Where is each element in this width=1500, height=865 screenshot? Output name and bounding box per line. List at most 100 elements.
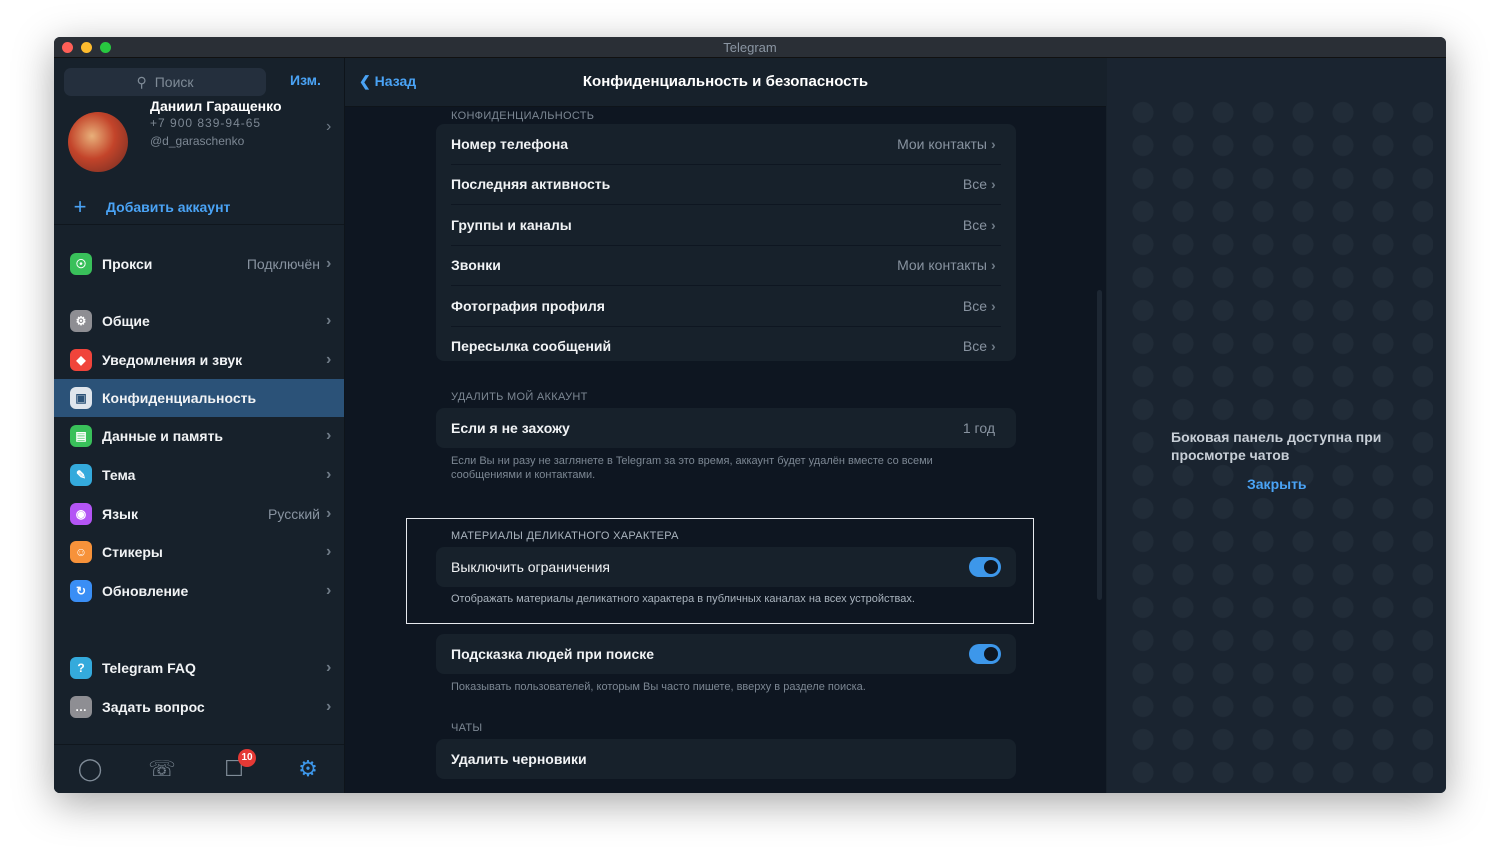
close-sidebar-button[interactable]: Закрыть [1247, 476, 1307, 492]
panel-header: ❮ Назад Конфиденциальность и безопасност… [345, 58, 1106, 107]
sensitive-note: Отображать материалы деликатного характе… [451, 593, 915, 605]
sidebar-item-data[interactable]: ▤ Данные и память › [54, 417, 344, 455]
suggest-toggle[interactable] [969, 643, 1001, 664]
search-placeholder: Поиск [154, 74, 194, 90]
privacy-settings-panel: ❮ Назад Конфиденциальность и безопасност… [345, 58, 1106, 793]
privacy-row-profile-photo[interactable]: Фотография профиля Все › [451, 286, 1001, 327]
sidebar-item-faq[interactable]: ? Telegram FAQ › [54, 649, 344, 687]
chevron-right-icon: › [326, 466, 332, 483]
settings-icon[interactable]: ⚙ [294, 755, 322, 783]
profile-phone: +7 900 839-94-65 [150, 116, 262, 130]
settings-sidebar: ⚲ Поиск Изм. Даниил Гаращенко +7 900 839… [54, 58, 345, 793]
sensitive-card: Выключить ограничения [436, 547, 1016, 587]
delete-account-row[interactable]: Если я не захожу 1 год [451, 408, 1001, 448]
sidebar-item-label: Конфиденциальность [102, 390, 257, 406]
avatar [68, 112, 128, 172]
section-title-chats: ЧАТЫ [451, 722, 483, 734]
row-value: Все [962, 297, 987, 314]
row-label: Номер телефона [451, 135, 569, 152]
add-account-button[interactable]: + Добавить аккаунт [54, 190, 344, 225]
sidebar-item-stickers[interactable]: ☺ Стикеры › [54, 533, 344, 571]
chevron-right-icon: › [991, 216, 996, 233]
sidebar-item-label: Уведомления и звук [102, 352, 243, 368]
bottom-tab-bar: ◯ ☏ ☐ 10 ⚙ [54, 744, 344, 793]
privacy-row-forwards[interactable]: Пересылка сообщений Все › [451, 327, 1001, 367]
sidebar-item-label: Стикеры [102, 544, 163, 560]
sidebar-item-label: Обновление [102, 583, 189, 599]
sidebar-item-ask-question[interactable]: … Задать вопрос › [54, 688, 344, 726]
privacy-row-phone[interactable]: Номер телефона Мои контакты › [451, 124, 1001, 165]
sidebar-item-privacy[interactable]: ▣ Конфиденциальность [54, 379, 344, 417]
row-label: Последняя активность [451, 176, 611, 193]
chat-icon: … [70, 696, 92, 718]
sensitive-toggle[interactable] [969, 556, 1001, 577]
profile-username: @d_garaschenko [150, 134, 245, 148]
sidebar-item-label: Telegram FAQ [102, 660, 196, 676]
row-value: Все [962, 176, 987, 193]
edit-button[interactable]: Изм. [290, 72, 321, 88]
section-title-delete-account: УДАЛИТЬ МОЙ АККАУНТ [451, 391, 588, 403]
chevron-right-icon: › [326, 582, 332, 599]
chevron-right-icon: › [991, 338, 996, 355]
chevron-right-icon: › [991, 297, 996, 314]
privacy-row-groups[interactable]: Группы и каналы Все › [451, 205, 1001, 246]
database-icon: ▤ [70, 425, 92, 447]
page-title: Конфиденциальность и безопасность [582, 73, 869, 90]
chevron-right-icon: › [991, 176, 996, 193]
suggest-toggle-row[interactable]: Подсказка людей при поиске [451, 634, 1001, 674]
sidebar-item-value: Подключён [246, 256, 320, 272]
sidebar-item-language[interactable]: ◉ Язык Русский › [54, 495, 344, 533]
row-label: Подсказка людей при поиске [451, 645, 655, 662]
row-value: Все [962, 338, 987, 355]
row-value: Мои контакты [897, 257, 987, 274]
brush-icon: ✎ [70, 464, 92, 486]
suggest-note: Показывать пользователей, которым Вы час… [451, 681, 866, 693]
lock-icon: ▣ [70, 387, 92, 409]
sidebar-item-notifications[interactable]: ◆ Уведомления и звук › [54, 341, 344, 379]
chevron-right-icon: › [326, 427, 332, 444]
sidebar-item-proxy[interactable]: ☉ Прокси Подключён › [54, 245, 344, 283]
delete-account-card: Если я не захожу 1 год [436, 408, 1016, 448]
window-title: Telegram [723, 40, 777, 55]
profile-name: Даниил Гаращенко [150, 98, 282, 114]
row-label: Удалить черновики [451, 750, 587, 767]
telegram-window: Telegram ⚲ Поиск Изм. Даниил Гаращенко +… [54, 37, 1446, 793]
row-value: Мои контакты [897, 135, 987, 152]
section-title-privacy: КОНФИДЕНЦИАЛЬНОСТЬ [451, 110, 595, 122]
question-icon: ? [70, 657, 92, 679]
delete-drafts-row[interactable]: Удалить черновики [451, 739, 1001, 779]
sidebar-item-update[interactable]: ↻ Обновление › [54, 572, 344, 610]
section-title-sensitive: МАТЕРИАЛЫ ДЕЛИКАТНОГО ХАРАКТЕРА [451, 530, 679, 542]
sidebar-item-general[interactable]: ⚙ Общие › [54, 302, 344, 340]
chevron-right-icon: › [326, 351, 332, 368]
chevron-right-icon: › [326, 659, 332, 676]
sidebar-item-label: Тема [102, 467, 136, 483]
privacy-card: Номер телефона Мои контакты › Последняя … [436, 124, 1016, 361]
sidebar-message: Боковая панель доступна при просмотре ча… [1171, 429, 1382, 463]
chats-card: Удалить черновики [436, 739, 1016, 779]
chevron-right-icon: › [991, 135, 996, 152]
sidebar-item-label: Задать вопрос [102, 699, 205, 715]
sidebar-panel: Боковая панель доступна при просмотре ча… [1107, 58, 1446, 793]
scrollbar[interactable] [1097, 290, 1102, 600]
bell-icon: ◆ [70, 349, 92, 371]
globe-icon: ◉ [70, 503, 92, 525]
privacy-row-calls[interactable]: Звонки Мои контакты › [451, 246, 1001, 286]
sensitive-toggle-row[interactable]: Выключить ограничения [451, 547, 1001, 587]
sidebar-item-label: Данные и память [102, 428, 224, 444]
privacy-row-last-seen[interactable]: Последняя активность Все › [451, 165, 1001, 205]
delete-account-note: Если Вы ни разу не заглянете в Telegram … [451, 455, 933, 481]
phone-icon[interactable]: ☏ [148, 755, 176, 783]
contacts-icon[interactable]: ◯ [76, 755, 104, 783]
chevron-right-icon: › [326, 543, 332, 560]
sidebar-item-theme[interactable]: ✎ Тема › [54, 456, 344, 494]
chevron-right-icon: › [326, 312, 332, 329]
search-icon: ⚲ [136, 73, 147, 90]
search-input[interactable]: ⚲ Поиск [64, 68, 266, 96]
plus-icon: + [73, 194, 87, 219]
suggest-card: Подсказка людей при поиске [436, 634, 1016, 674]
sidebar-item-label: Общие [102, 313, 150, 329]
chevron-right-icon: › [326, 698, 332, 715]
profile-row[interactable]: Даниил Гаращенко +7 900 839-94-65 @d_gar… [54, 98, 344, 176]
shield-icon: ☉ [70, 253, 92, 275]
